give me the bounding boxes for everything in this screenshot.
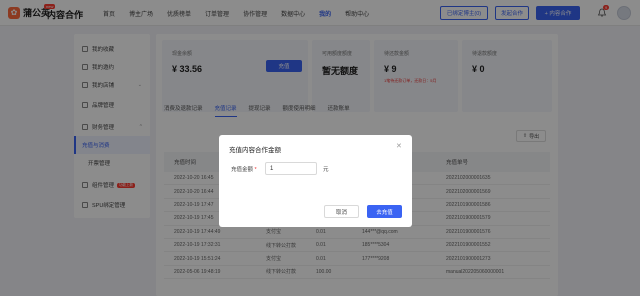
cancel-button[interactable]: 取消: [324, 205, 359, 218]
modal-title: 充值内容合作金额: [229, 147, 281, 154]
amount-unit: 元: [323, 167, 329, 173]
amount-label: 充值金额 *: [231, 165, 257, 173]
go-recharge-button[interactable]: 去充值: [367, 205, 402, 218]
recharge-modal: 充值内容合作金额 ✕ 充值金额 * 1 元 取消 去充值: [219, 135, 412, 227]
required-mark: *: [254, 167, 257, 173]
amount-label-text: 充值金额: [231, 167, 254, 173]
close-icon[interactable]: ✕: [396, 142, 402, 150]
amount-input[interactable]: 1: [265, 162, 317, 175]
